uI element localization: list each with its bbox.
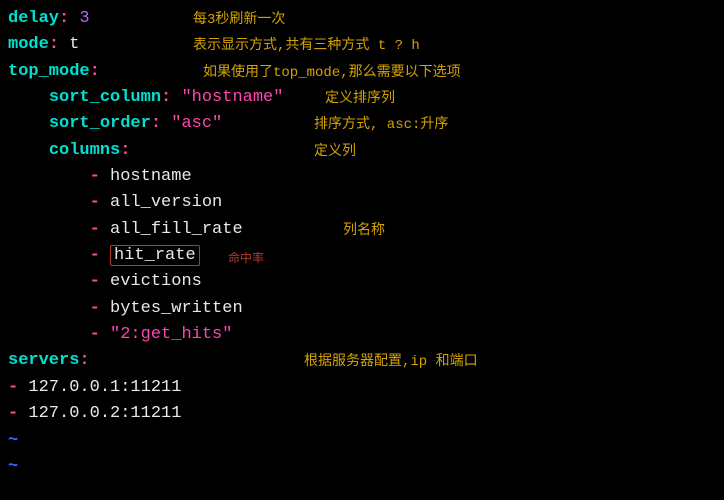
colon: : — [120, 141, 130, 160]
config-line-delay: delay: 3 每3秒刷新一次 — [8, 6, 716, 32]
column-value: all_version — [110, 193, 222, 212]
column-value-boxed: hit_rate — [110, 245, 200, 266]
colon: : — [161, 88, 181, 107]
dash-icon: - — [90, 220, 100, 239]
dash-icon: - — [90, 325, 100, 344]
column-item-2: - all_version — [8, 190, 716, 216]
config-line-sortorder: sort_order: "asc" 排序方式, asc:升序 — [8, 111, 716, 137]
config-line-servers: servers: 根据服务器配置,ip 和端口 — [8, 348, 716, 374]
value-mode: t — [69, 35, 79, 54]
colon: : — [90, 62, 100, 81]
colon: : — [151, 114, 171, 133]
comment-delay: 每3秒刷新一次 — [193, 10, 285, 32]
key-sortcolumn: sort_column — [49, 88, 161, 107]
config-line-topmode: top_mode: 如果使用了top_mode,那么需要以下选项 — [8, 59, 716, 85]
config-line-mode: mode: t 表示显示方式,共有三种方式 t ? h — [8, 32, 716, 58]
dash-icon: - — [90, 167, 100, 186]
column-item-5: - evictions — [8, 269, 716, 295]
tilde-icon: ~ — [8, 457, 18, 476]
column-item-6: - bytes_written — [8, 296, 716, 322]
comment-col3: 列名称 — [343, 221, 385, 243]
value-sortcolumn: "hostname" — [181, 88, 283, 107]
value-sortorder: "asc" — [171, 114, 222, 133]
comment-sortorder: 排序方式, asc:升序 — [314, 115, 448, 137]
dash-icon: - — [8, 378, 18, 397]
dash-icon: - — [90, 193, 100, 212]
comment-col4: 命中率 — [228, 250, 264, 269]
empty-line-tilde: ~ — [8, 428, 716, 454]
comment-mode: 表示显示方式,共有三种方式 t ? h — [193, 36, 420, 58]
key-delay: delay — [8, 9, 59, 28]
server-value: 127.0.0.1:11211 — [28, 378, 181, 397]
config-line-columns: columns: 定义列 — [8, 138, 716, 164]
comment-columns: 定义列 — [314, 142, 356, 164]
server-item-2: - 127.0.0.2:11211 — [8, 401, 716, 427]
key-topmode: top_mode — [8, 62, 90, 81]
comment-topmode: 如果使用了top_mode,那么需要以下选项 — [203, 63, 461, 85]
column-item-4: - hit_rate 命中率 — [8, 243, 716, 269]
config-line-sortcolumn: sort_column: "hostname" 定义排序列 — [8, 85, 716, 111]
key-servers: servers — [8, 351, 79, 370]
dash-icon: - — [90, 272, 100, 291]
value-delay: 3 — [79, 9, 89, 28]
column-item-1: - hostname — [8, 164, 716, 190]
dash-icon: - — [90, 299, 100, 318]
empty-line-tilde: ~ — [8, 454, 716, 480]
key-mode: mode — [8, 35, 49, 54]
colon: : — [79, 351, 89, 370]
column-item-3: - all_fill_rate 列名称 — [8, 217, 716, 243]
column-value: "2:get_hits" — [110, 325, 232, 344]
column-value: hostname — [110, 167, 192, 186]
column-value: all_fill_rate — [110, 220, 243, 239]
key-columns: columns — [49, 141, 120, 160]
server-value: 127.0.0.2:11211 — [28, 404, 181, 423]
colon: : — [49, 35, 69, 54]
key-sortorder: sort_order — [49, 114, 151, 133]
column-value: evictions — [110, 272, 202, 291]
comment-servers: 根据服务器配置,ip 和端口 — [304, 352, 478, 374]
dash-icon: - — [90, 246, 100, 265]
tilde-icon: ~ — [8, 431, 18, 450]
column-value: bytes_written — [110, 299, 243, 318]
server-item-1: - 127.0.0.1:11211 — [8, 375, 716, 401]
dash-icon: - — [8, 404, 18, 423]
column-item-7: - "2:get_hits" — [8, 322, 716, 348]
colon: : — [59, 9, 79, 28]
comment-sortcolumn: 定义排序列 — [325, 89, 395, 111]
